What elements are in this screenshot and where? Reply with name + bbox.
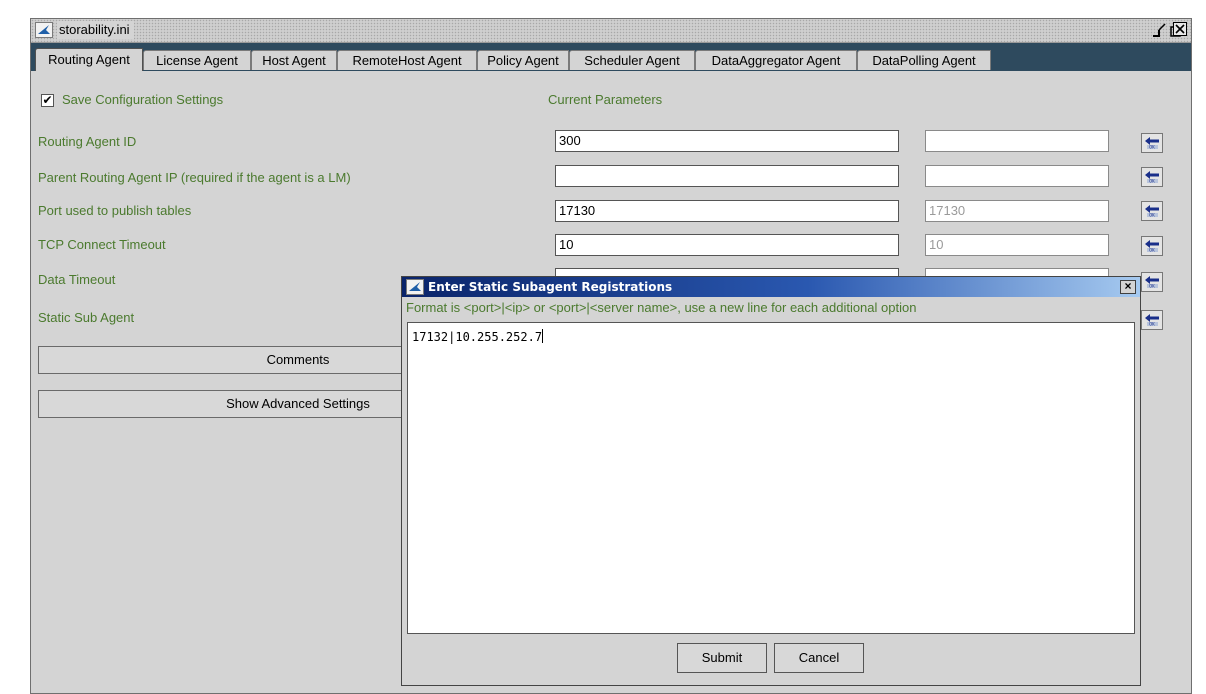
svg-text:OK: OK — [1149, 145, 1155, 150]
submit-button[interactable]: Submit — [677, 643, 767, 673]
tab-remotehost-agent[interactable]: RemoteHost Agent — [337, 50, 477, 70]
svg-text:OK: OK — [1149, 179, 1155, 184]
apply-button-data-timeout[interactable]: OK — [1141, 272, 1163, 292]
current-parameters-label: Current Parameters — [548, 92, 663, 107]
parent-routing-ip-current — [925, 165, 1109, 187]
static-subagent-dialog: Enter Static Subagent Registrations × Fo… — [401, 276, 1141, 686]
routing-agent-id-current — [925, 130, 1109, 152]
apply-button-parent-ip[interactable]: OK — [1141, 167, 1163, 187]
ok-arrow-icon: OK — [1145, 276, 1159, 289]
minimize-icon[interactable] — [1151, 22, 1167, 38]
publish-port-input[interactable]: 17130 — [555, 200, 899, 222]
tab-dataaggregator-agent[interactable]: DataAggregator Agent — [695, 50, 857, 70]
save-config-label: Save Configuration Settings — [62, 92, 224, 107]
parent-routing-ip-label: Parent Routing Agent IP (required if the… — [38, 170, 351, 185]
text-caret — [542, 329, 544, 343]
routing-agent-id-label: Routing Agent ID — [38, 134, 137, 149]
tab-routing-agent[interactable]: Routing Agent — [35, 48, 143, 71]
svg-text:OK: OK — [1149, 248, 1155, 253]
dialog-format-hint: Format is <port>|<ip> or <port>|<server … — [406, 300, 917, 315]
dialog-close-button[interactable]: × — [1120, 280, 1136, 294]
tab-policy-agent[interactable]: Policy Agent — [477, 50, 569, 70]
data-timeout-label: Data Timeout — [38, 272, 116, 287]
routing-agent-id-input[interactable]: 300 — [555, 130, 899, 152]
tcp-timeout-label: TCP Connect Timeout — [38, 237, 166, 252]
apply-button-publish-port[interactable]: OK — [1141, 201, 1163, 221]
publish-port-current: 17130 — [925, 200, 1109, 222]
ok-arrow-icon: OK — [1145, 137, 1159, 150]
parent-routing-ip-input[interactable] — [555, 165, 899, 187]
tab-host-agent[interactable]: Host Agent — [251, 50, 337, 70]
dialog-title: Enter Static Subagent Registrations — [428, 280, 673, 294]
close-icon[interactable] — [1173, 22, 1187, 36]
svg-text:OK: OK — [1149, 322, 1155, 327]
publish-port-label: Port used to publish tables — [38, 203, 192, 218]
app-arrow-icon — [406, 279, 424, 295]
tab-datapolling-agent[interactable]: DataPolling Agent — [857, 50, 991, 70]
tab-bar: Routing Agent License Agent Host Agent R… — [31, 43, 1191, 71]
ok-arrow-icon: OK — [1145, 240, 1159, 253]
app-arrow-icon — [35, 22, 53, 38]
ok-arrow-icon: OK — [1145, 205, 1159, 218]
save-config-checkbox[interactable]: ✔ — [41, 94, 54, 107]
apply-button-routing-id[interactable]: OK — [1141, 133, 1163, 153]
apply-button-tcp-timeout[interactable]: OK — [1141, 236, 1163, 256]
apply-button-static-sub-agent[interactable]: OK — [1141, 310, 1163, 330]
ok-arrow-icon: OK — [1145, 171, 1159, 184]
dialog-titlebar[interactable]: Enter Static Subagent Registrations × — [402, 277, 1140, 297]
static-sub-agent-label: Static Sub Agent — [38, 310, 135, 325]
ok-arrow-icon: OK — [1145, 314, 1159, 327]
window-titlebar[interactable]: storability.ini — [31, 19, 1191, 43]
tab-license-agent[interactable]: License Agent — [143, 50, 251, 70]
tcp-timeout-input[interactable]: 10 — [555, 234, 899, 256]
cancel-button[interactable]: Cancel — [774, 643, 864, 673]
registrations-text: 17132|10.255.252.7 — [412, 330, 543, 344]
tab-scheduler-agent[interactable]: Scheduler Agent — [569, 50, 695, 70]
svg-text:OK: OK — [1149, 284, 1155, 289]
svg-text:OK: OK — [1149, 213, 1155, 218]
tcp-timeout-current: 10 — [925, 234, 1109, 256]
window-title: storability.ini — [57, 21, 134, 39]
registrations-textarea[interactable]: 17132|10.255.252.7 — [407, 322, 1135, 634]
